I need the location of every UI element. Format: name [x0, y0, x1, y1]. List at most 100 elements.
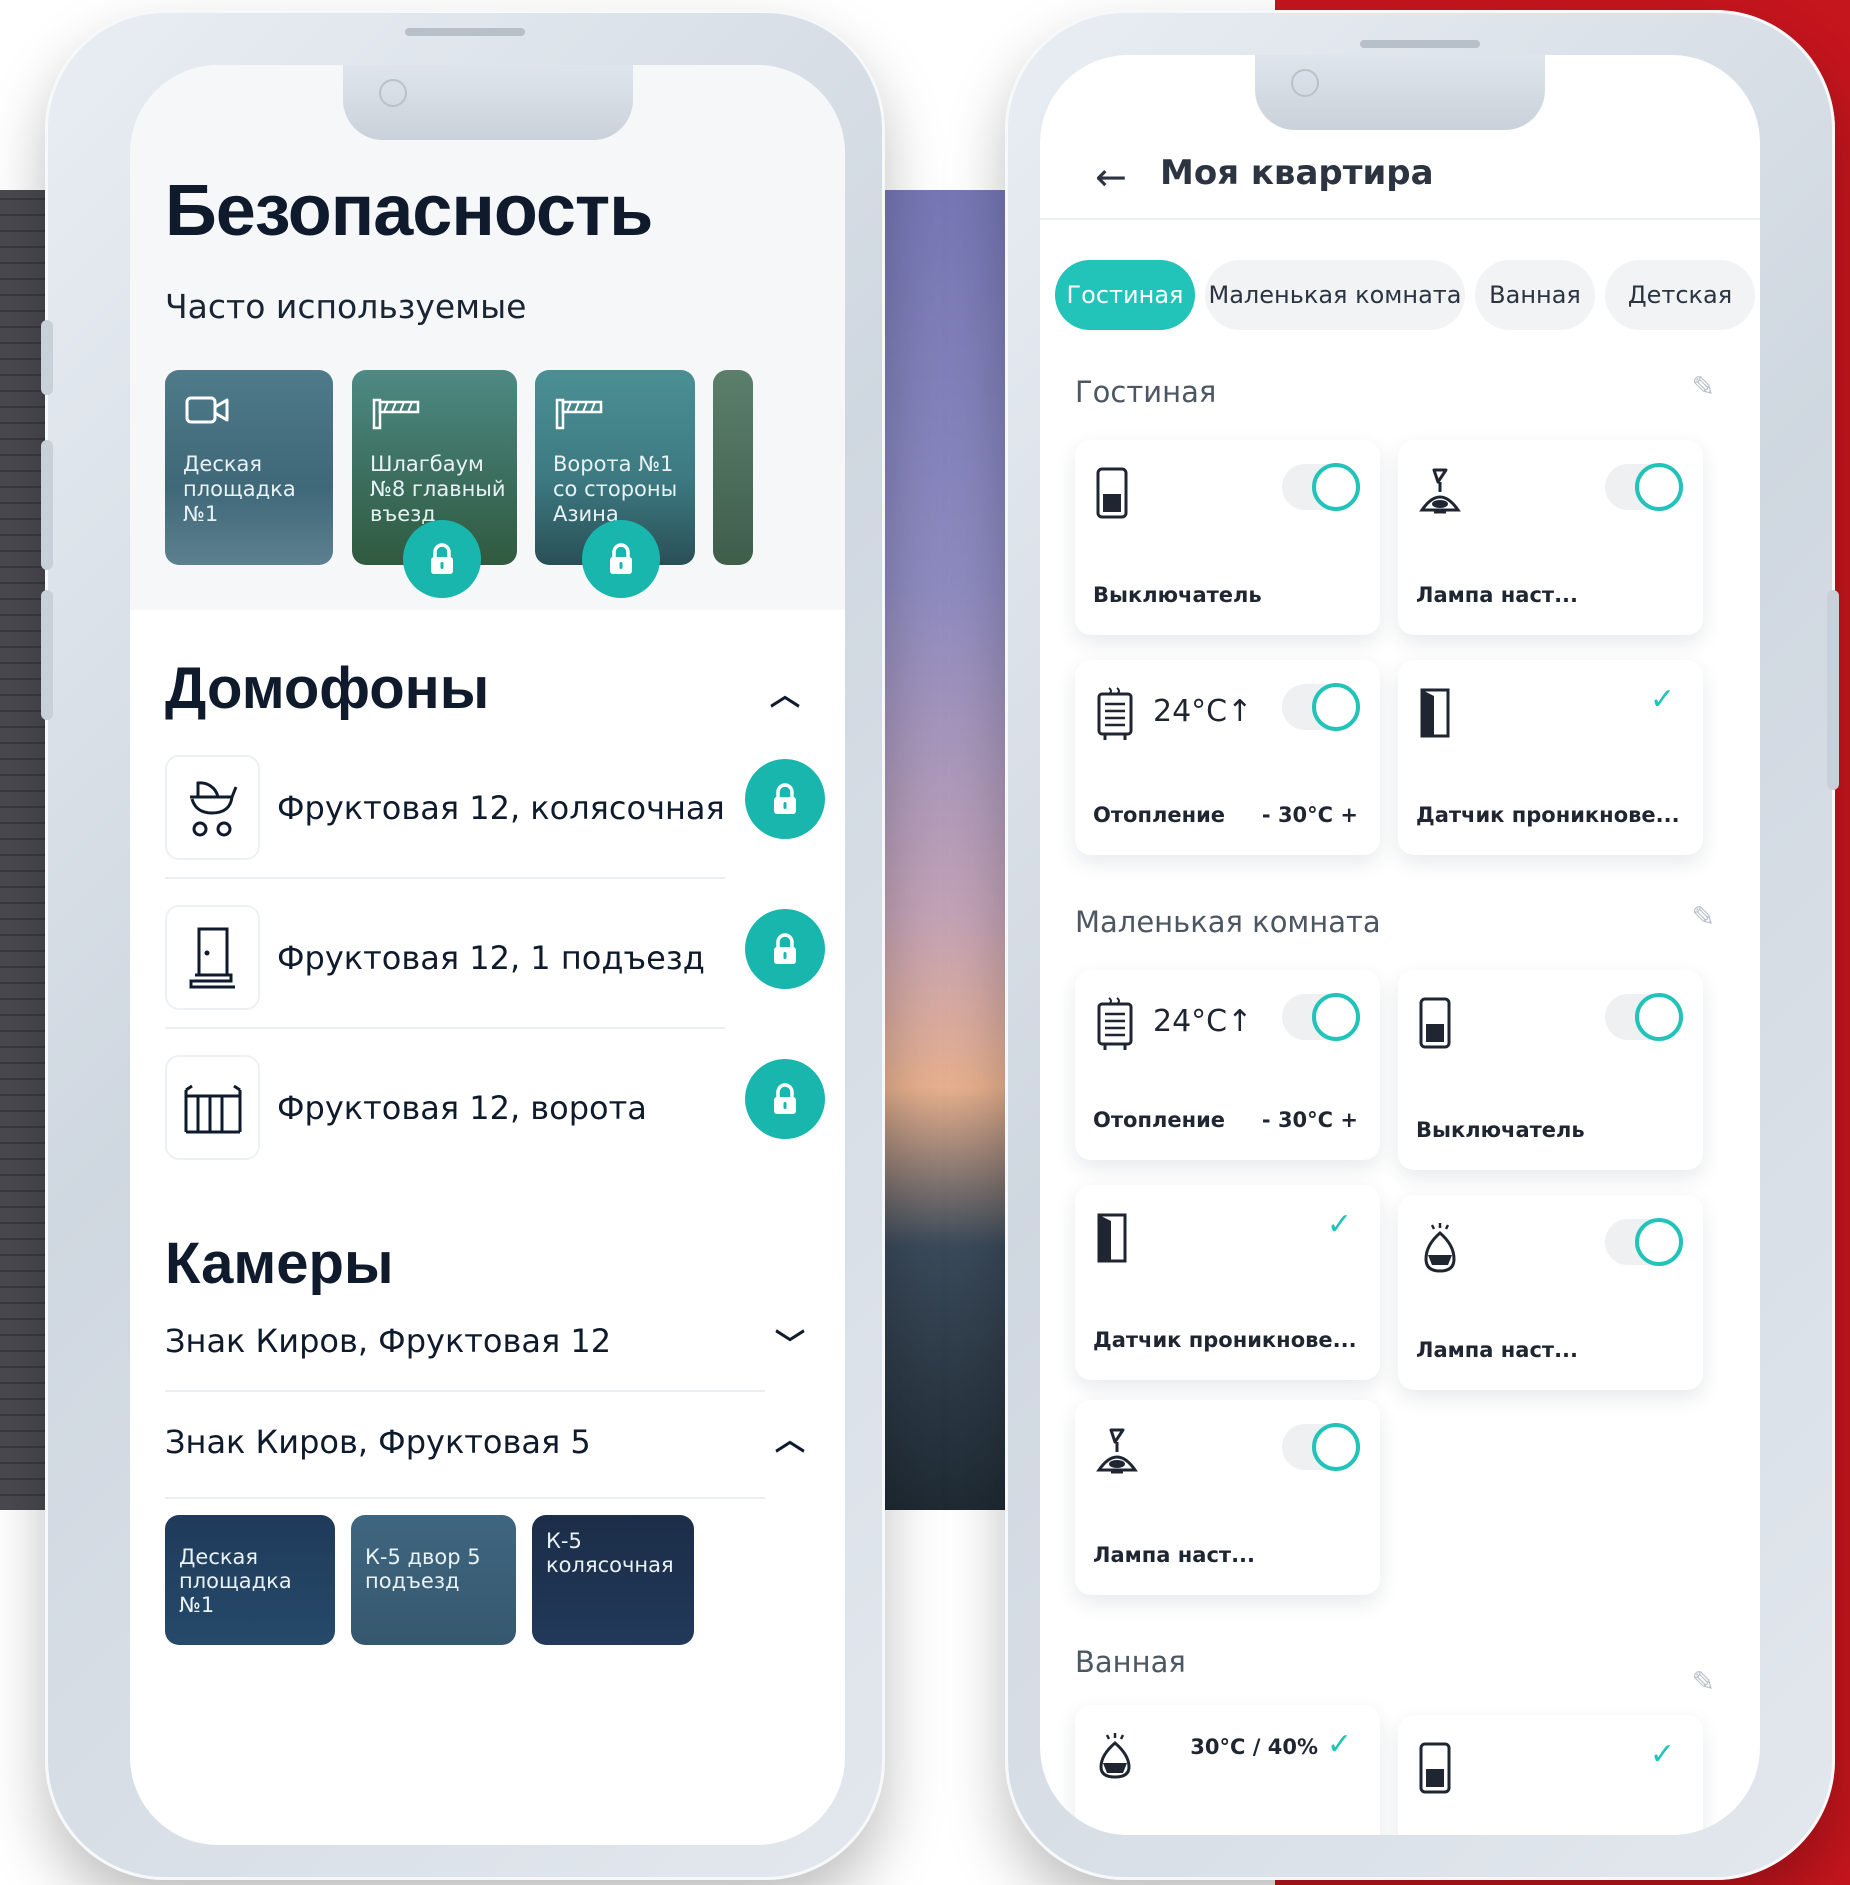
toggle-knob: [1312, 463, 1360, 511]
chevron-down-icon[interactable]: ﹀: [775, 1320, 805, 1364]
device-card[interactable]: Лампа наст...: [1398, 1195, 1703, 1390]
intercom-row[interactable]: Фруктовая 12, ворота: [165, 1055, 825, 1165]
intercoms-heading: Домофоны: [165, 656, 490, 721]
chevron-up-icon[interactable]: ︿: [775, 1415, 805, 1459]
device-name: Выключатель: [1416, 1118, 1585, 1142]
volume-down: [41, 590, 53, 720]
favorite-label: Деская площадка №1: [183, 452, 296, 527]
lock-button[interactable]: [403, 520, 481, 598]
temperature-stepper[interactable]: - 30°C +: [1262, 803, 1358, 827]
switch-icon: [1418, 1741, 1452, 1799]
intercom-label: Фруктовая 12, колясочная: [277, 789, 725, 827]
divider: [165, 1390, 765, 1392]
video-camera-icon: [185, 394, 229, 434]
pencil-icon[interactable]: ✎: [1692, 900, 1715, 933]
back-arrow-icon[interactable]: ←: [1095, 155, 1127, 199]
phone-left: Безопасность Часто используемые Деская п…: [41, 10, 885, 1880]
lock-button[interactable]: [745, 759, 825, 839]
pencil-icon[interactable]: ✎: [1692, 370, 1715, 403]
toggle[interactable]: [1282, 463, 1360, 511]
device-name: Лампа наст...: [1416, 583, 1579, 607]
lock-button[interactable]: [745, 1059, 825, 1139]
intercom-row[interactable]: Фруктовая 12, колясочная: [165, 755, 825, 865]
intercom-label: Фруктовая 12, 1 подъезд: [277, 939, 705, 977]
favorites-carousel[interactable]: Деская площадка №1 Шлагбаум №8 главный в…: [165, 370, 845, 598]
camera-group-label: Знак Киров, Фруктовая 5: [165, 1423, 591, 1461]
tab-bathroom[interactable]: Ванная: [1475, 260, 1595, 330]
pencil-icon[interactable]: ✎: [1692, 1665, 1715, 1698]
toggle-knob: [1312, 683, 1360, 731]
power-button: [1827, 590, 1839, 790]
toggle[interactable]: [1605, 993, 1683, 1041]
door-sensor-icon: [1095, 1211, 1129, 1269]
check-icon: ✓: [1649, 682, 1675, 717]
device-card[interactable]: Выключатель: [1075, 440, 1380, 635]
device-card[interactable]: Лампа наст...: [1075, 1400, 1380, 1595]
toggle-knob: [1312, 1423, 1360, 1471]
divider: [165, 877, 725, 879]
camera-thumb[interactable]: К-5 двор 5 подъезд: [351, 1515, 516, 1645]
favorite-card[interactable]: Деская площадка №1: [165, 370, 333, 565]
favorite-card-partial[interactable]: [713, 370, 753, 565]
speaker: [1360, 40, 1480, 48]
speaker: [405, 28, 525, 36]
chevron-up-icon[interactable]: ︿: [770, 670, 800, 714]
toggle-knob: [1635, 1218, 1683, 1266]
device-card[interactable]: ✓: [1398, 1715, 1703, 1835]
camera-thumb[interactable]: Деская площадка №1: [165, 1515, 335, 1645]
switch-icon: [1095, 466, 1129, 524]
stroller-icon: [165, 755, 260, 860]
tab-small-room[interactable]: Маленькая комната: [1205, 260, 1465, 330]
camera-thumb[interactable]: К-5 колясочная: [532, 1515, 694, 1645]
lock-icon: [774, 1083, 796, 1114]
aroma-lamp-icon: [1418, 1221, 1462, 1281]
tab-living-room[interactable]: Гостиная: [1055, 260, 1195, 330]
tab-kids-room[interactable]: Детская: [1605, 260, 1755, 330]
device-name: Лампа наст...: [1093, 1543, 1256, 1567]
toggle-knob: [1635, 993, 1683, 1041]
door-sensor-icon: [1418, 686, 1452, 744]
temperature-stepper[interactable]: - 30°C +: [1262, 1108, 1358, 1132]
device-card[interactable]: Лампа наст...: [1398, 440, 1703, 635]
humidifier-icon: [1095, 1731, 1135, 1785]
room-title: Маленькая комната: [1075, 905, 1381, 939]
device-card[interactable]: ✓ Датчик проникнове...: [1398, 660, 1703, 855]
camera-thumbnails[interactable]: Деская площадка №1 К-5 двор 5 подъезд К-…: [165, 1515, 825, 1645]
camera-thumb-label: К-5 колясочная: [546, 1529, 674, 1578]
device-card[interactable]: 24°C↑ Отопление - 30°C +: [1075, 970, 1380, 1160]
device-name: Датчик проникнове...: [1416, 803, 1680, 827]
device-card[interactable]: 30°C / 40% ✓: [1075, 1705, 1380, 1835]
toggle[interactable]: [1605, 463, 1683, 511]
room-tabs: Гостиная Маленькая комната Ванная Детска…: [1055, 260, 1760, 330]
toggle[interactable]: [1605, 1218, 1683, 1266]
toggle[interactable]: [1282, 683, 1360, 731]
device-card[interactable]: ✓ Датчик проникнове...: [1075, 1185, 1380, 1380]
lock-icon: [610, 543, 632, 574]
device-card[interactable]: 24°C↑ Отопление - 30°C +: [1075, 660, 1380, 855]
device-name: Отопление: [1093, 1108, 1226, 1132]
volume-up: [41, 440, 53, 570]
camera-group[interactable]: Знак Киров, Фруктовая 12 ﹀: [165, 1310, 805, 1380]
camera-group[interactable]: Знак Киров, Фруктовая 5 ︿: [165, 1395, 805, 1465]
temperature-readout: 24°C↑: [1153, 694, 1253, 729]
page-title: Моя квартира: [1160, 153, 1434, 193]
toggle[interactable]: [1282, 1423, 1360, 1471]
door-icon: [165, 905, 260, 1010]
front-camera: [378, 79, 407, 107]
toggle-knob: [1635, 463, 1683, 511]
room-title: Гостиная: [1075, 375, 1217, 409]
divider: [165, 1027, 725, 1029]
toggle[interactable]: [1282, 993, 1360, 1041]
stage: Безопасность Часто используемые Деская п…: [0, 0, 1850, 1885]
mute-switch: [41, 320, 53, 395]
gate-icon: [165, 1055, 260, 1160]
phone-right: ← Моя квартира Гостиная Маленькая комнат…: [1005, 10, 1839, 1880]
lock-button[interactable]: [745, 909, 825, 989]
device-card[interactable]: Выключатель: [1398, 970, 1703, 1170]
intercom-row[interactable]: Фруктовая 12, 1 подъезд: [165, 905, 825, 1015]
lock-button[interactable]: [582, 520, 660, 598]
device-name: Датчик проникнове...: [1093, 1328, 1357, 1352]
screen-security: Безопасность Часто используемые Деская п…: [130, 65, 845, 1845]
page-title: Безопасность: [165, 171, 653, 251]
camera-group-label: Знак Киров, Фруктовая 12: [165, 1322, 612, 1360]
